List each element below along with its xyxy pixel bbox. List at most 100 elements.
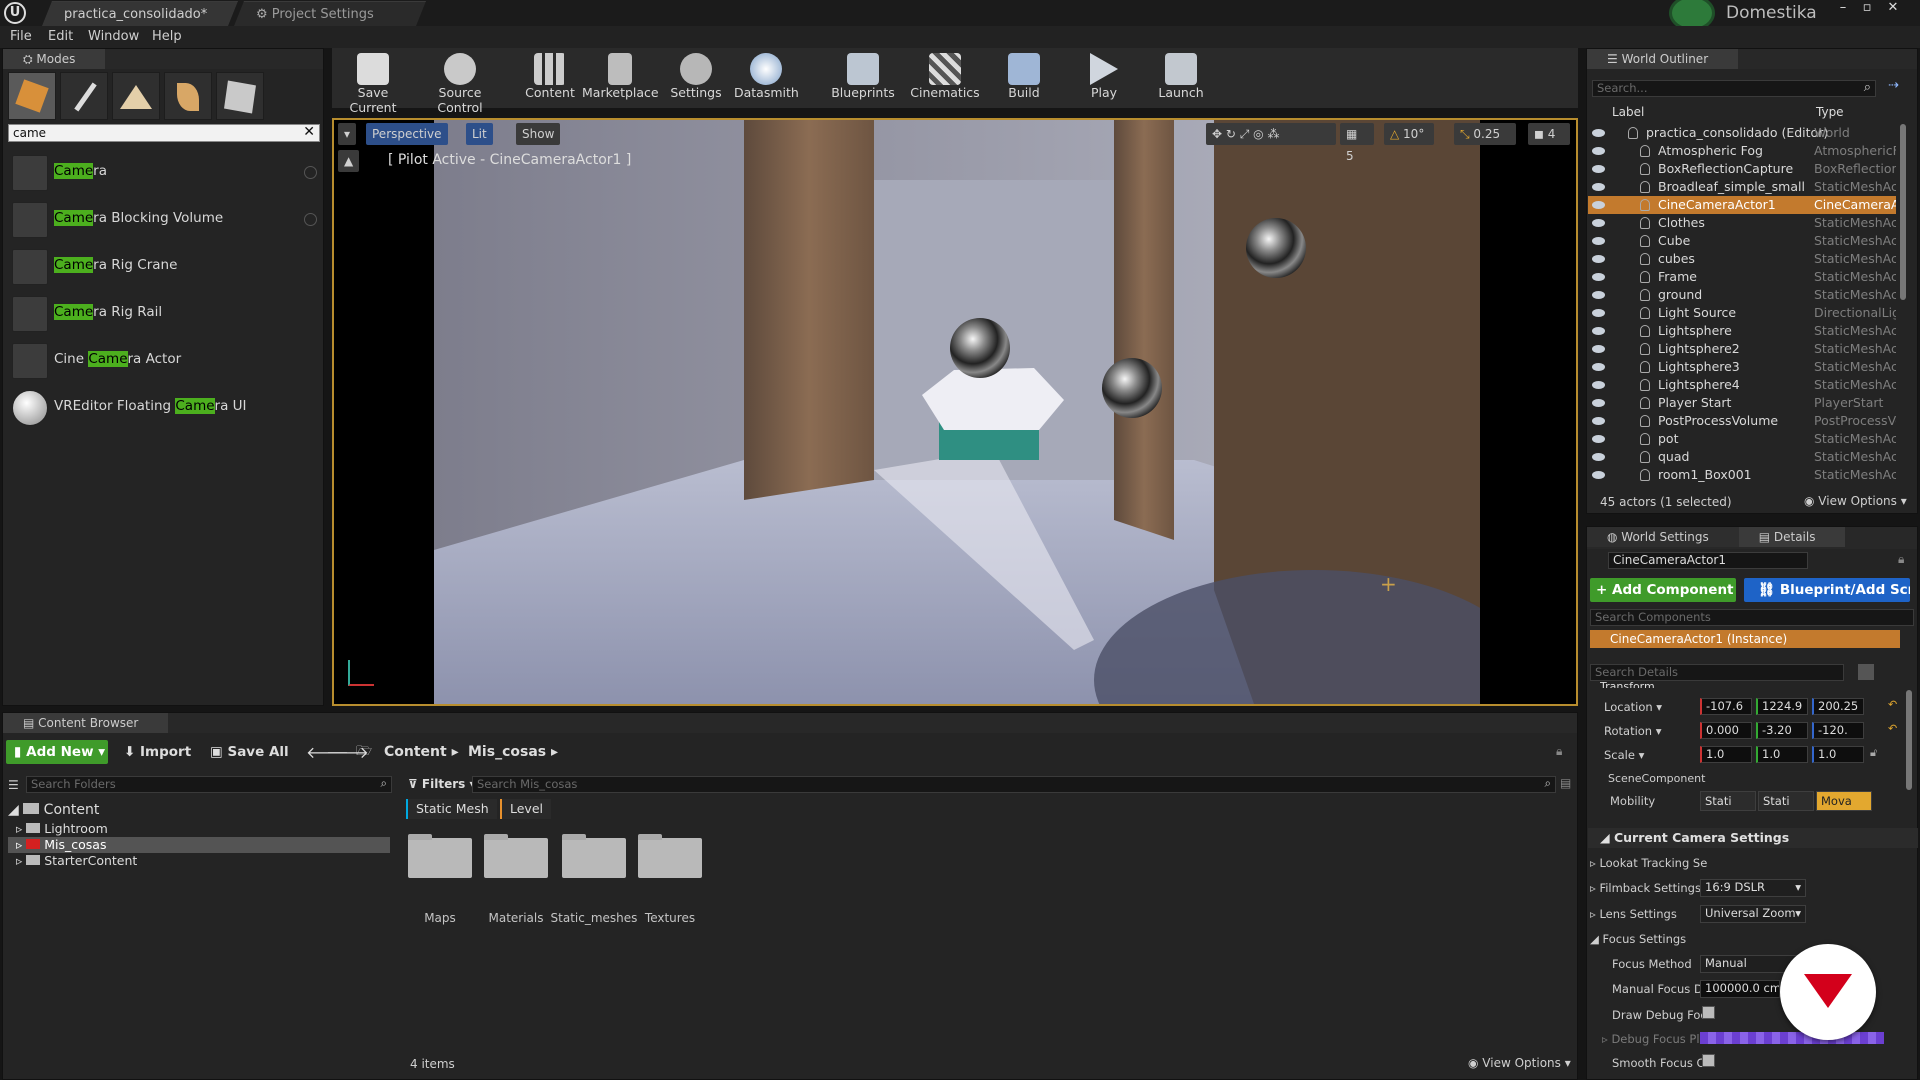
mode-place-button[interactable]: [8, 72, 56, 120]
visibility-eye-icon[interactable]: [1592, 309, 1605, 317]
component-instance-row[interactable]: CineCameraActor1 (Instance): [1590, 630, 1900, 648]
visibility-eye-icon[interactable]: [1592, 237, 1605, 245]
settings-button[interactable]: Settings: [664, 50, 728, 106]
current-camera-settings-section[interactable]: ◢ Current Camera Settings: [1588, 828, 1918, 848]
place-item[interactable]: Camera: [8, 151, 320, 195]
rotation-z-field[interactable]: -120.: [1812, 722, 1864, 739]
visibility-eye-icon[interactable]: [1592, 435, 1605, 443]
mobility-stationary-option[interactable]: Stati: [1758, 791, 1814, 811]
folder-tree-lightroom[interactable]: ▹ Lightroom: [16, 821, 390, 837]
outliner-row[interactable]: Light Source DirectionalLigh: [1588, 304, 1896, 322]
sources-toggle-icon[interactable]: ☰: [8, 778, 19, 792]
debug-focus-plane-color[interactable]: [1700, 1032, 1884, 1044]
visibility-eye-icon[interactable]: [1592, 201, 1605, 209]
add-component-button[interactable]: + Add Component ▾: [1590, 578, 1736, 622]
visibility-eye-icon[interactable]: [1592, 417, 1605, 425]
lens-label[interactable]: ▹ Lens Settings: [1590, 907, 1677, 921]
smooth-focus-checkbox[interactable]: [1702, 1054, 1715, 1067]
tab-project-settings[interactable]: ⚙ Project Settings: [234, 1, 426, 26]
scene-component-label[interactable]: SceneComponent: [1608, 772, 1705, 785]
visibility-eye-icon[interactable]: [1592, 471, 1605, 479]
mobility-static-option[interactable]: Stati: [1700, 791, 1756, 811]
folder-maps-icon[interactable]: [408, 834, 472, 878]
transform-section[interactable]: Transform: [1600, 680, 1655, 688]
scale-x-field[interactable]: 1.0: [1700, 746, 1752, 763]
visibility-eye-icon[interactable]: [1592, 129, 1605, 137]
outliner-column-type[interactable]: Type: [1816, 105, 1844, 119]
modes-search-input[interactable]: came: [13, 125, 46, 141]
outliner-row[interactable]: Player Start PlayerStart: [1588, 394, 1896, 412]
menu-window[interactable]: Window: [80, 26, 147, 48]
folder-materials-icon[interactable]: [484, 834, 548, 878]
content-view-options[interactable]: ◉ View Options ▾: [1468, 1056, 1571, 1070]
place-item[interactable]: Camera Rig Crane: [8, 245, 320, 289]
debug-focus-plane-label[interactable]: ▹ Debug Focus Pla: [1602, 1032, 1707, 1046]
mode-geometry-button[interactable]: [216, 72, 264, 120]
lens-dropdown[interactable]: Universal Zoom ▾: [1700, 905, 1806, 923]
blueprint-button[interactable]: ⛓ Blueprint/Add Scri: [1744, 578, 1910, 602]
scale-label[interactable]: Scale ▾: [1604, 748, 1644, 762]
grid-snap-button[interactable]: ▦ 5: [1340, 123, 1374, 163]
source-control-button[interactable]: Source Control: [414, 50, 506, 115]
outliner-row[interactable]: quad StaticMeshActo: [1588, 448, 1896, 466]
draw-debug-focus-checkbox[interactable]: [1702, 1006, 1715, 1019]
outliner-row[interactable]: pot StaticMeshActo: [1588, 430, 1896, 448]
search-assets-input[interactable]: Search Mis_cosas: [477, 777, 577, 791]
light-sphere[interactable]: [950, 318, 1010, 378]
blueprints-button[interactable]: Blueprints: [828, 50, 898, 106]
outliner-row[interactable]: Lightsphere4 StaticMeshActo: [1588, 376, 1896, 394]
show-button[interactable]: Show: [516, 123, 561, 145]
place-item[interactable]: Camera Blocking Volume: [8, 198, 320, 242]
visibility-eye-icon[interactable]: [1592, 327, 1605, 335]
viewport-options-button[interactable]: ▾: [338, 123, 357, 145]
menu-file[interactable]: File: [2, 26, 40, 48]
visibility-eye-icon[interactable]: [1592, 363, 1605, 371]
level-viewport[interactable]: +: [332, 118, 1578, 706]
property-matrix-icon[interactable]: [1858, 664, 1874, 680]
outliner-row[interactable]: cubes StaticMeshActo: [1588, 250, 1896, 268]
search-folders-input[interactable]: Search Folders: [31, 777, 116, 791]
visibility-eye-icon[interactable]: [1592, 291, 1605, 299]
lookat-tracking-row[interactable]: ▹ Lookat Tracking Se: [1590, 856, 1707, 870]
search-components[interactable]: Search Components: [1590, 609, 1914, 626]
perspective-button[interactable]: Perspective: [366, 123, 448, 145]
rotation-snap-button[interactable]: △ 10°: [1384, 123, 1434, 145]
folder-tree-mis-cosas[interactable]: ▹ Mis_cosas: [8, 837, 390, 853]
lock-icon[interactable]: 🔒︎: [1898, 552, 1904, 567]
outliner-scrollbar[interactable]: [1900, 124, 1906, 300]
tab-details[interactable]: ▤ Details: [1738, 527, 1846, 547]
folder-static-meshes-icon[interactable]: [562, 834, 626, 878]
visibility-eye-icon[interactable]: [1592, 219, 1605, 227]
play-button[interactable]: Play: [1076, 50, 1132, 106]
launch-button[interactable]: Launch: [1152, 50, 1210, 106]
visibility-eye-icon[interactable]: [1592, 273, 1605, 281]
filters-button[interactable]: ⊽ Filters ▾: [408, 777, 475, 791]
add-filter-icon[interactable]: ⇢: [1888, 78, 1899, 93]
scale-z-field[interactable]: 1.0: [1812, 746, 1864, 763]
save-current-button[interactable]: Save Current: [334, 50, 412, 115]
visibility-eye-icon[interactable]: [1592, 345, 1605, 353]
rotation-label[interactable]: Rotation ▾: [1604, 724, 1662, 738]
visibility-eye-icon[interactable]: [1592, 453, 1605, 461]
place-item[interactable]: Camera Rig Rail: [8, 292, 320, 336]
breadcrumb-content[interactable]: Content ▸: [384, 744, 459, 760]
outliner-row[interactable]: Frame StaticMeshActo: [1588, 268, 1896, 286]
outliner-row[interactable]: BoxReflectionCapture BoxReflectionC: [1588, 160, 1896, 178]
light-sphere[interactable]: [1102, 358, 1162, 418]
visibility-eye-icon[interactable]: [1592, 165, 1605, 173]
reset-rotation-icon[interactable]: ↶: [1888, 722, 1897, 735]
focus-settings-section[interactable]: ◢ Focus Settings: [1590, 932, 1686, 946]
folder-tree-starter-content[interactable]: ▹ StarterContent: [16, 853, 390, 869]
outliner-row[interactable]: Lightsphere StaticMeshActo: [1588, 322, 1896, 340]
marketplace-button[interactable]: Marketplace: [582, 50, 659, 106]
visibility-eye-icon[interactable]: [1592, 255, 1605, 263]
location-z-field[interactable]: 200.25: [1812, 698, 1864, 715]
save-search-icon[interactable]: ▤: [1560, 776, 1571, 790]
folder-textures-icon[interactable]: [638, 834, 702, 878]
place-item[interactable]: VREditor Floating Camera UI: [8, 386, 320, 430]
outliner-row[interactable]: ground StaticMeshActo: [1588, 286, 1896, 304]
search-folders[interactable]: Search Folders ⌕: [26, 776, 392, 793]
outliner-row[interactable]: room1_Box001 StaticMeshActo: [1588, 466, 1896, 484]
rotation-y-field[interactable]: -3.20: [1756, 722, 1808, 739]
import-button[interactable]: ⬇ Import: [124, 744, 191, 760]
